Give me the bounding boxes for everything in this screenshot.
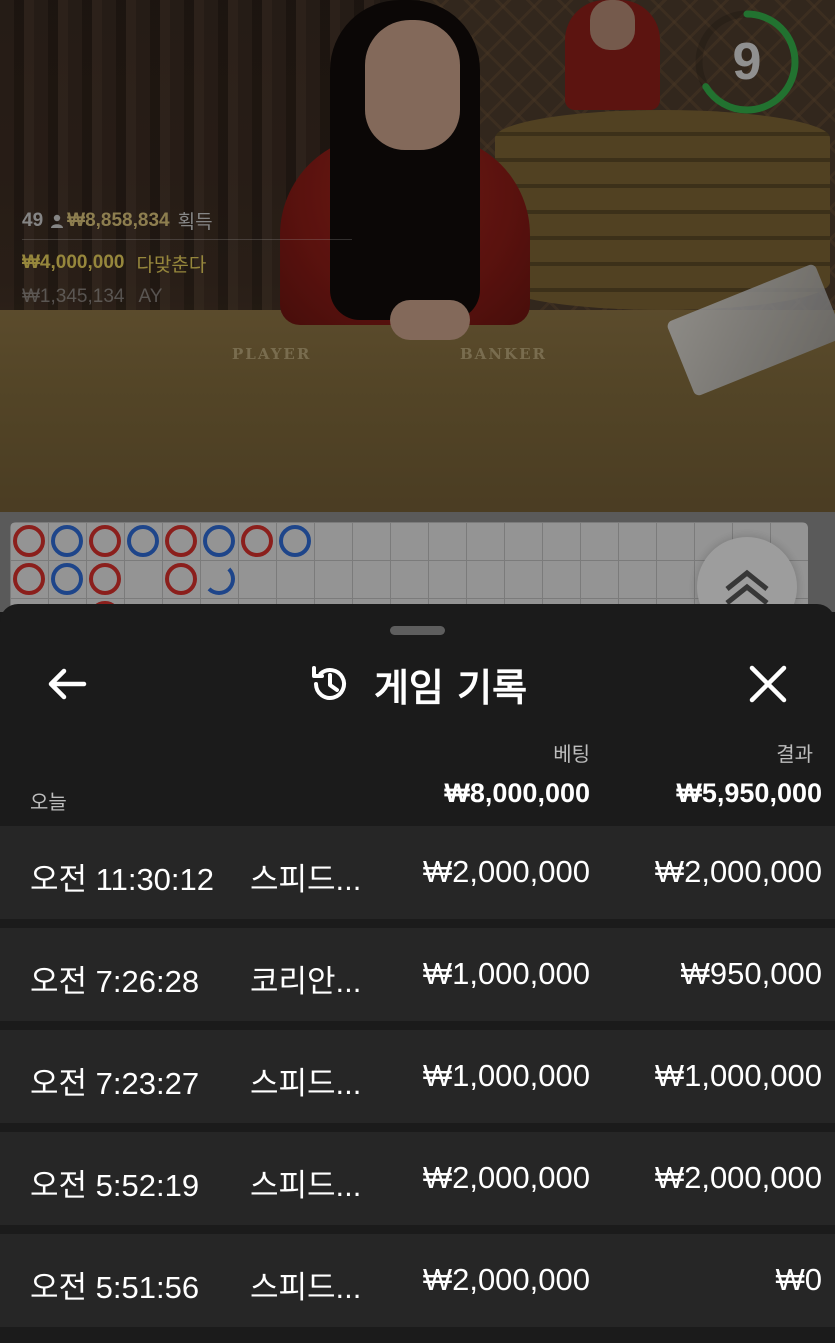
row-bet: ₩2,000,000 — [422, 1262, 590, 1297]
history-icon — [311, 666, 346, 700]
background-dim-overlay — [0, 0, 835, 612]
row-time: 오전 11:30:12 — [30, 862, 215, 897]
game-history-sheet: 게임 기록 베팅 결과 오늘 ₩8,000,000 ₩5,950,000 오전 … — [0, 604, 835, 1343]
close-icon — [749, 665, 787, 703]
total-result: ₩5,950,000 — [676, 778, 822, 808]
sheet-title: 게임 기록 — [373, 665, 528, 710]
sheet-header: 게임 기록 — [0, 656, 835, 712]
row-game: 스피드... — [250, 1066, 362, 1101]
sheet-drag-handle[interactable] — [390, 626, 445, 635]
history-list: 오전 11:30:12 스피드... ₩2,000,000 ₩2,000,000… — [0, 826, 835, 1336]
row-result: ₩0 — [775, 1262, 823, 1297]
row-bet: ₩2,000,000 — [422, 854, 590, 889]
column-header-bet: 베팅 — [553, 742, 590, 766]
column-header-result: 결과 — [776, 742, 813, 766]
row-game: 스피드... — [250, 1168, 362, 1203]
row-time: 오전 5:52:19 — [30, 1168, 200, 1203]
history-row[interactable]: 오전 5:51:56 스피드... ₩2,000,000 ₩0 — [0, 1234, 835, 1327]
row-result: ₩2,000,000 — [654, 1160, 822, 1195]
row-game: 스피드... — [250, 862, 362, 897]
history-row[interactable]: 오전 7:26:28 코리안... ₩1,000,000 ₩950,000 — [0, 928, 835, 1021]
history-row[interactable]: 오전 5:52:19 스피드... ₩2,000,000 ₩2,000,000 — [0, 1132, 835, 1225]
history-summary: 베팅 결과 오늘 ₩8,000,000 ₩5,950,000 — [0, 734, 835, 822]
row-time: 오전 7:23:27 — [30, 1066, 200, 1101]
row-result: ₩950,000 — [680, 956, 822, 991]
row-game: 코리안... — [250, 964, 362, 999]
row-bet: ₩1,000,000 — [422, 956, 590, 991]
row-result: ₩1,000,000 — [654, 1058, 822, 1093]
total-bet: ₩8,000,000 — [444, 778, 590, 808]
row-time: 오전 5:51:56 — [30, 1270, 200, 1305]
history-row[interactable]: 오전 11:30:12 스피드... ₩2,000,000 ₩2,000,000 — [0, 826, 835, 919]
row-game: 스피드... — [250, 1270, 362, 1305]
close-button[interactable] — [740, 656, 796, 712]
row-bet: ₩1,000,000 — [422, 1058, 590, 1093]
date-group-label: 오늘 — [30, 790, 67, 814]
row-result: ₩2,000,000 — [654, 854, 822, 889]
row-bet: ₩2,000,000 — [422, 1160, 590, 1195]
row-time: 오전 7:26:28 — [30, 964, 200, 999]
history-row[interactable]: 오전 7:23:27 스피드... ₩1,000,000 ₩1,000,000 — [0, 1030, 835, 1123]
